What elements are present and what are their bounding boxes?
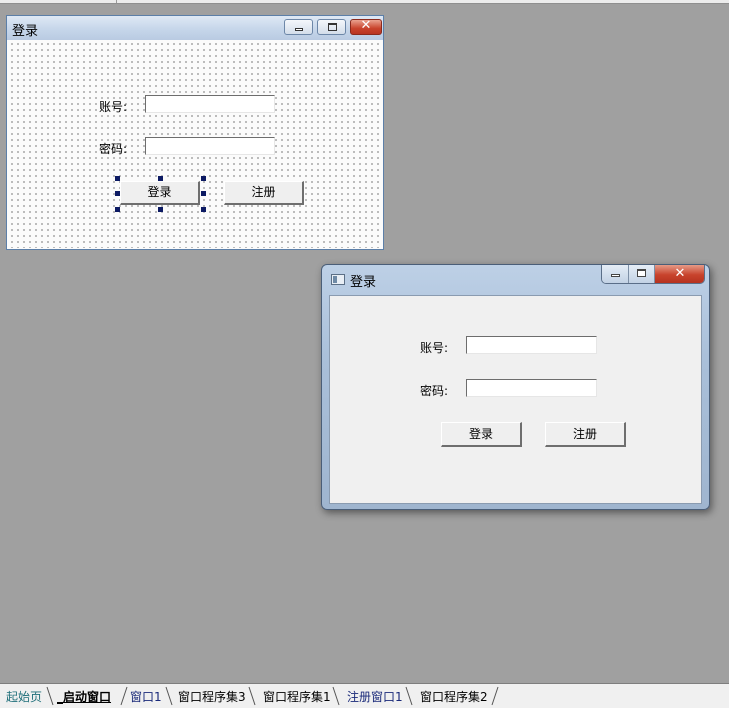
tab-window-assembly-3[interactable]: 窗口程序集3	[178, 688, 246, 705]
tab-startup-window[interactable]: _启动窗口	[57, 688, 111, 705]
selection-handle-left[interactable]	[115, 191, 120, 196]
preview-password-label: 密码:	[420, 384, 449, 398]
designer-title-bar[interactable]: 登录 ✕	[7, 16, 383, 40]
maximize-icon	[328, 23, 337, 31]
designer-password-input[interactable]	[145, 137, 275, 155]
close-icon: ✕	[674, 266, 686, 281]
designer-window[interactable]: 登录 ✕ 账号: 密码: 登录 注册	[6, 15, 384, 250]
top-toolbar-edge	[0, 0, 729, 4]
document-tab-strip: 起始页 _启动窗口 窗口1 窗口程序集3 窗口程序集1 注册窗口1 窗口程序集2	[0, 683, 729, 708]
toolbar-separator	[116, 0, 117, 3]
designer-login-button[interactable]: 登录	[120, 181, 200, 205]
preview-login-button[interactable]: 登录	[441, 422, 522, 447]
tab-separator	[405, 686, 413, 706]
preview-register-button[interactable]: 注册	[545, 422, 626, 447]
preview-window-title: 登录	[350, 275, 377, 290]
designer-password-label: 密码:	[99, 142, 128, 156]
preview-window[interactable]: 登录 ✕ 账号: 密码: 登录 注册	[321, 264, 710, 510]
preview-caption-buttons: ✕	[601, 265, 705, 284]
designer-account-label: 账号:	[99, 100, 128, 114]
designer-close-button[interactable]: ✕	[350, 18, 382, 35]
preview-password-input[interactable]	[466, 379, 597, 397]
preview-account-label: 账号:	[420, 341, 449, 355]
designer-maximize-button[interactable]	[317, 19, 346, 35]
selection-handle-bottom-right[interactable]	[201, 207, 206, 212]
tab-separator	[46, 686, 54, 706]
designer-minimize-button[interactable]	[284, 19, 313, 35]
selection-handle-bottom-left[interactable]	[115, 207, 120, 212]
selection-handle-top-right[interactable]	[201, 176, 206, 181]
tab-window-assembly-1[interactable]: 窗口程序集1	[263, 688, 331, 705]
maximize-icon	[637, 269, 646, 277]
window-app-icon	[331, 274, 345, 285]
tab-separator	[332, 686, 340, 706]
preview-account-input[interactable]	[466, 336, 597, 354]
preview-close-button[interactable]: ✕	[655, 265, 704, 283]
designer-account-input[interactable]	[145, 95, 275, 113]
minimize-icon	[295, 28, 303, 31]
tab-separator	[248, 686, 256, 706]
preview-maximize-button[interactable]	[629, 265, 655, 283]
tab-separator	[165, 686, 173, 706]
selection-handle-top-left[interactable]	[115, 176, 120, 181]
preview-client-area: 账号: 密码: 登录 注册	[329, 295, 702, 504]
minimize-icon	[611, 274, 620, 277]
tab-start-page[interactable]: 起始页	[6, 688, 42, 705]
designer-grid-canvas[interactable]: 账号: 密码: 登录 注册	[9, 41, 381, 248]
selection-handle-right[interactable]	[201, 191, 206, 196]
preview-minimize-button[interactable]	[602, 265, 629, 283]
designer-window-title: 登录	[12, 24, 39, 39]
designer-register-button[interactable]: 注册	[224, 181, 304, 205]
selection-handle-top[interactable]	[158, 176, 163, 181]
selection-handle-bottom[interactable]	[158, 207, 163, 212]
tab-window-assembly-2[interactable]: 窗口程序集2	[420, 688, 488, 705]
tab-register-window-1[interactable]: 注册窗口1	[347, 688, 403, 705]
close-icon: ✕	[360, 18, 372, 33]
tab-separator	[120, 686, 128, 706]
tab-separator	[491, 686, 499, 706]
tab-window-1[interactable]: 窗口1	[130, 688, 162, 705]
